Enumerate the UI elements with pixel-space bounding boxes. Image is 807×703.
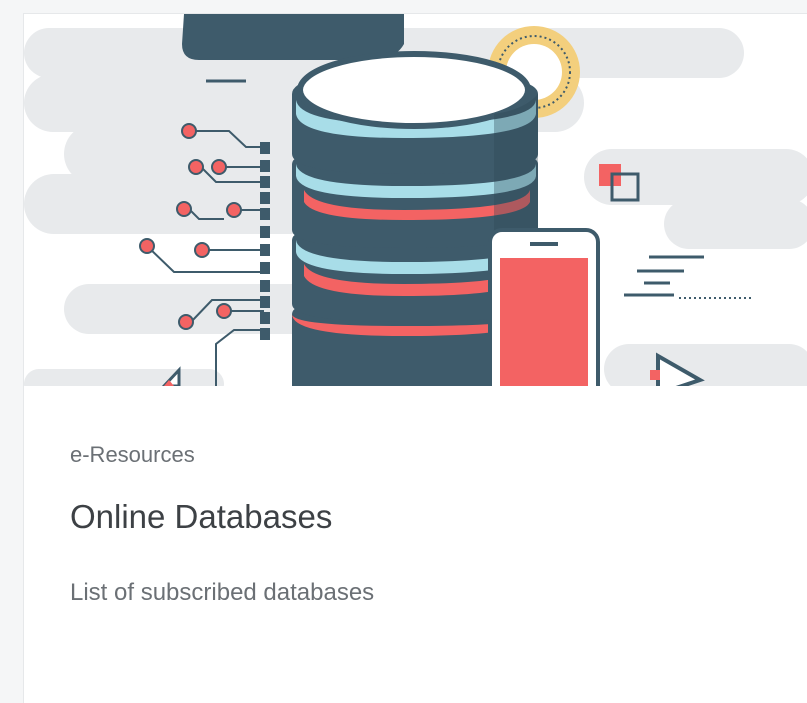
card-title-link[interactable]: Online Databases: [70, 498, 332, 536]
smartphone-icon: [488, 228, 600, 386]
category-label: e-Resources: [70, 442, 195, 467]
cloud-icon: [182, 14, 404, 61]
card-description: List of subscribed databases: [70, 579, 375, 606]
card-illustration: [24, 14, 807, 386]
text-lines-icon: [624, 255, 754, 299]
resource-card[interactable]: e-Resources Online Databases List of sub…: [23, 13, 807, 703]
